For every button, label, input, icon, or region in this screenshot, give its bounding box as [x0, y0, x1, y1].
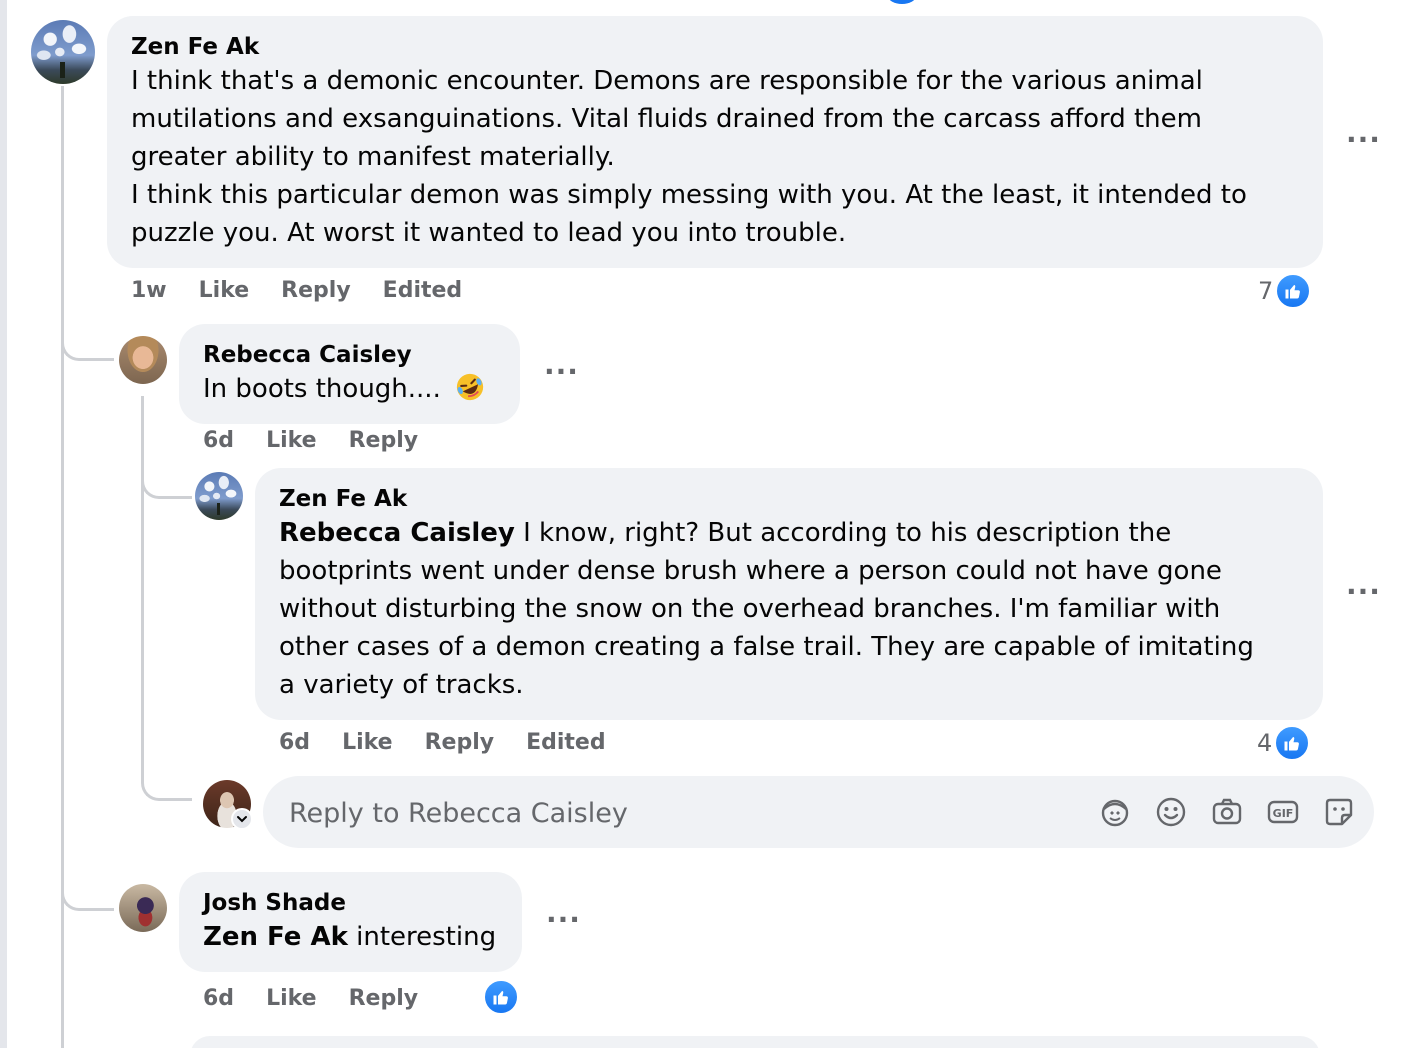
thread-line-sub [141, 396, 144, 776]
thumbs-up-icon [483, 979, 519, 1015]
reply-button[interactable]: Reply [281, 278, 351, 303]
like-button[interactable]: Like [199, 278, 250, 303]
edited-label[interactable]: Edited [383, 278, 463, 303]
thread-connector [61, 320, 114, 361]
more-options-icon[interactable]: ··· [1346, 578, 1381, 606]
thumbs-up-icon [1275, 273, 1312, 309]
comment-time[interactable]: 6d [279, 730, 310, 755]
comment-time[interactable]: 6d [203, 428, 234, 453]
avatar-sticker-icon[interactable] [1097, 794, 1133, 830]
rolling-on-floor-laughing-emoji [456, 373, 484, 401]
like-button[interactable]: Like [266, 428, 317, 453]
reply-button[interactable]: Reply [349, 986, 419, 1011]
comment-text: I think that's a demonic encounter. Demo… [131, 66, 1247, 248]
comment-bubble: Zen Fe Ak Rebecca Caisley I know, right?… [255, 468, 1323, 720]
comment-actions: 6d Like Reply [203, 986, 450, 1011]
reaction-summary[interactable] [481, 979, 519, 1015]
comment-author[interactable]: Josh Shade [203, 888, 498, 918]
like-button[interactable]: Like [342, 730, 393, 755]
comment-bubble: Rebecca Caisley In boots though.... [179, 324, 520, 424]
avatar[interactable] [119, 336, 167, 384]
mention-link[interactable]: Rebecca Caisley [279, 518, 515, 548]
comment-bubble: Zen Fe Ak I think that's a demonic encou… [107, 16, 1323, 268]
camera-icon[interactable] [1209, 794, 1245, 830]
comment-bubble: Josh Shade Zen Fe Ak interesting [179, 872, 522, 972]
more-options-icon[interactable]: ··· [544, 358, 579, 386]
reply-input[interactable] [287, 776, 1051, 850]
comment-text: Rebecca Caisley I know, right? But accor… [279, 518, 1254, 700]
svg-text:GIF: GIF [1273, 807, 1294, 820]
comment-text: Zen Fe Ak interesting [203, 922, 497, 952]
more-options-icon[interactable]: ··· [1346, 126, 1381, 154]
next-comment-bubble [190, 1036, 1320, 1048]
comment-author[interactable]: Zen Fe Ak [279, 484, 1299, 514]
reaction-summary[interactable]: 4 [1257, 725, 1311, 761]
comment-actions: 1w Like Reply Edited [131, 278, 494, 303]
more-options-icon[interactable]: ··· [546, 906, 581, 934]
reaction-count: 7 [1258, 277, 1274, 305]
reply-button[interactable]: Reply [349, 428, 419, 453]
avatar[interactable] [195, 472, 243, 520]
edited-label[interactable]: Edited [526, 730, 606, 755]
avatar[interactable] [119, 884, 167, 932]
reaction-count: 4 [1257, 729, 1273, 757]
comment-text: In boots though.... [203, 370, 496, 408]
thumbs-up-icon [1274, 725, 1311, 761]
thread-connector [141, 770, 192, 801]
reaction-icon-partial [888, 0, 916, 4]
comments-thread: Zen Fe Ak I think that's a demonic encou… [0, 0, 1402, 1048]
chevron-down-icon[interactable] [231, 808, 253, 830]
reaction-summary[interactable]: 7 [1258, 273, 1312, 309]
comment-actions: 6d Like Reply Edited [279, 730, 638, 755]
avatar[interactable] [31, 20, 95, 84]
reply-button[interactable]: Reply [425, 730, 495, 755]
comment-time[interactable]: 1w [131, 278, 167, 303]
comment-author[interactable]: Rebecca Caisley [203, 340, 496, 370]
comment-author[interactable]: Zen Fe Ak [131, 32, 1299, 62]
thread-connector [141, 470, 192, 499]
thread-connector [61, 868, 114, 911]
gif-icon[interactable]: GIF [1265, 794, 1301, 830]
comment-time[interactable]: 6d [203, 986, 234, 1011]
mention-link[interactable]: Zen Fe Ak [203, 922, 348, 952]
sticker-icon[interactable] [1321, 794, 1357, 830]
like-button[interactable]: Like [266, 986, 317, 1011]
reply-composer: GIF [263, 776, 1374, 850]
comment-actions: 6d Like Reply [203, 428, 450, 453]
left-edge [0, 0, 7, 1048]
emoji-icon[interactable] [1153, 794, 1189, 830]
